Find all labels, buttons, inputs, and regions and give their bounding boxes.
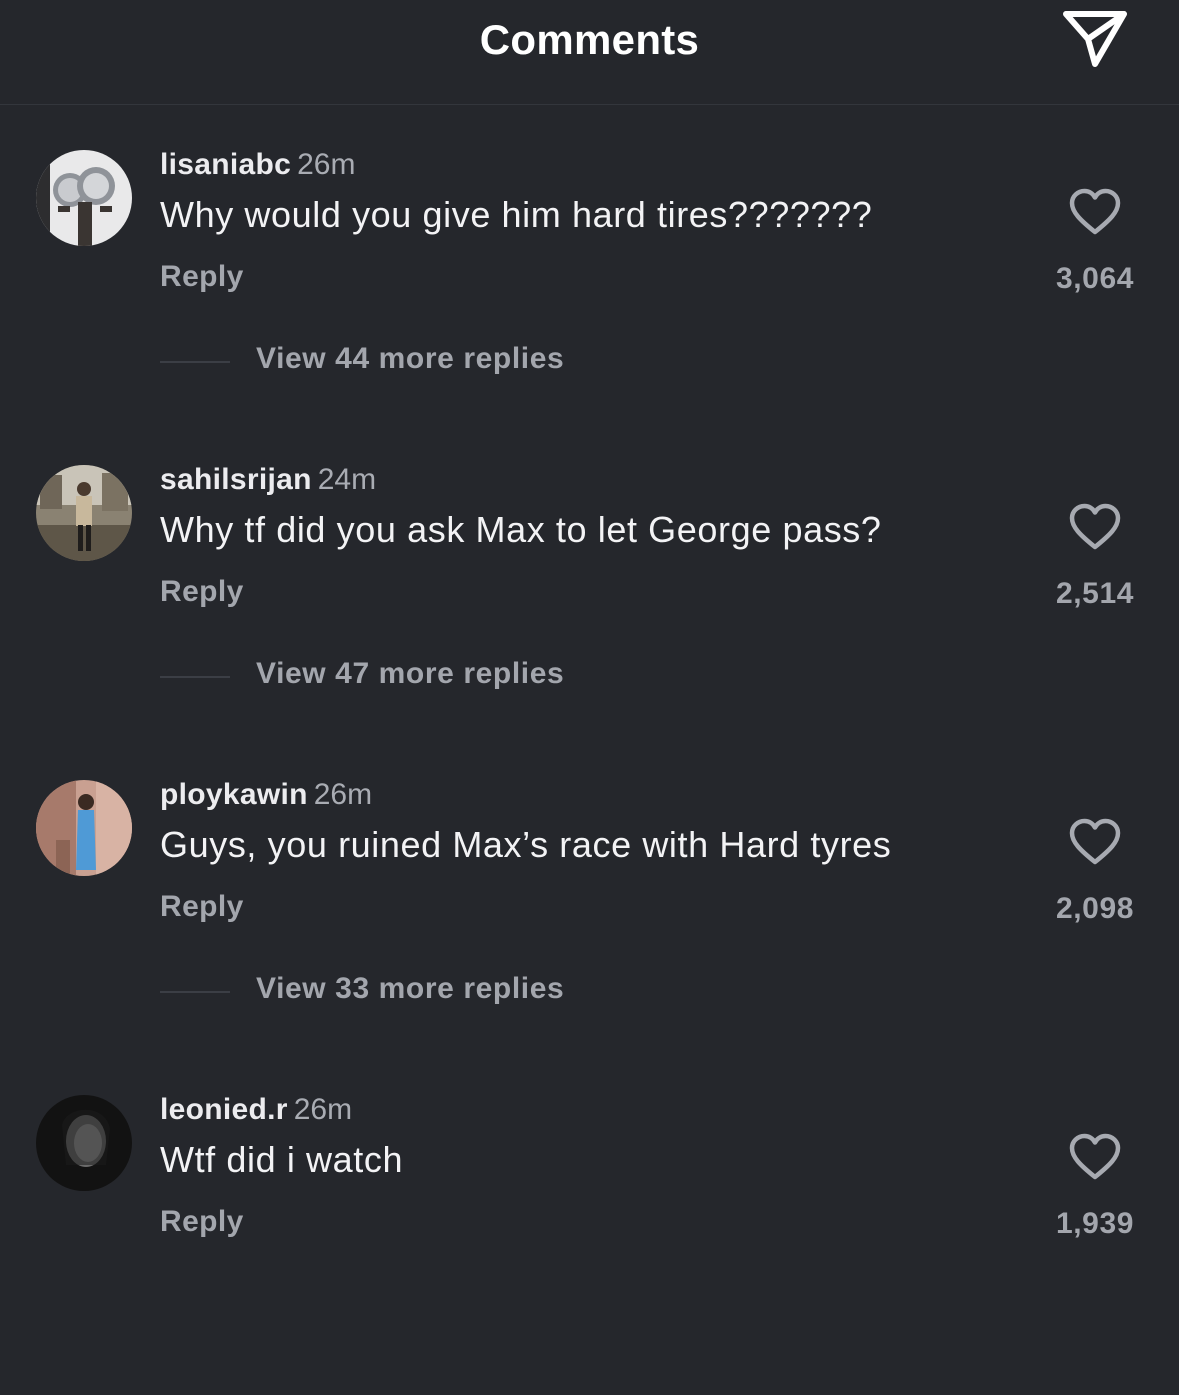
comment-text: Wtf did i watch [160,1139,404,1180]
like-count: 1,939 [1055,1207,1135,1240]
like-button[interactable] [1068,503,1122,551]
reply-button[interactable]: Reply [160,260,244,294]
comments-header: Comments [0,0,1179,105]
heart-outline-icon [1069,188,1121,235]
page-title: Comments [479,16,700,63]
view-replies-label: View 44 more replies [256,342,565,375]
share-button[interactable] [1058,6,1132,72]
avatar[interactable] [36,1095,132,1191]
comment-item: ploykawin 26m Guys, you ruined Max’s race… [0,778,1179,1080]
like-button[interactable] [1068,818,1122,866]
view-replies-label: View 33 more replies [256,972,565,1005]
username[interactable]: sahilsrijan [160,463,312,496]
avatar-image [36,465,132,561]
comment-meta: sahilsrijan 24m [160,463,376,497]
paper-plane-icon [1063,11,1127,67]
comment-text: Why would you give him hard tires??????? [160,194,873,235]
username[interactable]: lisaniabc [160,148,291,181]
username[interactable]: leonied.r [160,1093,288,1126]
heart-outline-icon [1069,1133,1121,1180]
like-button[interactable] [1068,1133,1122,1181]
reply-button[interactable]: Reply [160,1205,244,1239]
heart-outline-icon [1069,818,1121,865]
avatar-image [36,780,132,876]
view-replies-label: View 47 more replies [256,657,565,690]
timestamp: 26m [293,1093,353,1126]
replies-divider [160,676,230,678]
like-count: 3,064 [1055,262,1135,295]
timestamp: 26m [297,148,356,181]
avatar[interactable] [36,780,132,876]
like-count: 2,098 [1055,892,1135,925]
avatar-image [36,1095,132,1191]
avatar[interactable] [36,465,132,561]
heart-outline-icon [1069,503,1121,550]
comment-meta: ploykawin 26m [160,778,372,812]
comment-item: sahilsrijan 24m Why tf did you ask Max to… [0,463,1179,765]
avatar[interactable] [36,150,132,246]
comment-item: leonied.r 26m Wtf did i watch Reply 1,939 [0,1093,1179,1395]
avatar-image [36,150,132,246]
timestamp: 24m [317,463,377,496]
reply-button[interactable]: Reply [160,575,244,609]
reply-button[interactable]: Reply [160,890,244,924]
username[interactable]: ploykawin [160,778,308,811]
like-count: 2,514 [1055,577,1135,610]
replies-divider [160,991,230,993]
replies-divider [160,361,230,363]
comment-meta: lisaniabc 26m [160,148,355,182]
comment-text: Guys, you ruined Max’s race with Hard ty… [160,824,892,865]
comment-item: lisaniabc 26m Why would you give him hard… [0,148,1179,450]
comment-meta: leonied.r 26m [160,1093,352,1127]
timestamp: 26m [313,778,373,811]
comment-text: Why tf did you ask Max to let George pas… [160,509,882,550]
like-button[interactable] [1068,188,1122,236]
